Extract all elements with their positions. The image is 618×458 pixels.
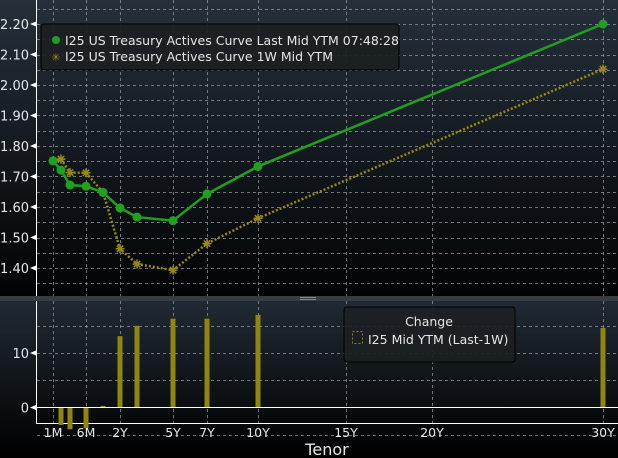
circle-marker	[253, 161, 263, 171]
x-tick-label: 20Y	[420, 425, 444, 440]
circle-marker	[202, 189, 212, 199]
legend-circle-marker-icon	[52, 36, 60, 44]
star-marker	[253, 213, 263, 223]
y-tick-label: 2.00	[0, 79, 29, 94]
circle-marker	[48, 156, 58, 166]
yield-curve-chart: 1.40 1.50 1.60 1.70 1.80 1.90 2.00 2.10 2.20 0 10…	[0, 0, 618, 458]
circle-marker	[132, 212, 142, 222]
legend-series-2: I25 US Treasury Actives Curve 1W Mid YTM	[65, 49, 333, 64]
y-tick-label: 2.10	[0, 49, 29, 64]
x-tick-label: 15Y	[334, 425, 358, 440]
change-bar	[67, 407, 73, 430]
circle-marker	[168, 216, 178, 226]
x-axis-title: Tenor	[304, 440, 349, 458]
y-tick-label: 1.60	[0, 201, 29, 216]
x-tick-label: 10Y	[246, 425, 270, 440]
x-tick-label: 1M	[44, 425, 63, 440]
circle-marker	[81, 181, 91, 191]
y-tick-label: 10	[12, 347, 29, 362]
legend-title: Change	[405, 314, 453, 329]
circle-marker	[598, 19, 608, 29]
change-bar	[204, 318, 210, 408]
circle-marker	[56, 165, 66, 175]
top-legend: I25 US Treasury Actives Curve Last Mid Y…	[40, 23, 400, 71]
x-tick-label: 2Y	[112, 425, 128, 440]
legend-series-1: I25 US Treasury Actives Curve Last Mid Y…	[65, 33, 399, 48]
change-bar	[255, 314, 261, 408]
change-bar	[600, 327, 606, 408]
star-marker	[598, 64, 608, 74]
bottom-legend: Change I25 Mid YTM (Last-1W)	[343, 306, 516, 363]
panel-splitter[interactable]	[0, 296, 618, 301]
star-marker	[132, 259, 142, 269]
y-tick-label: 0	[21, 402, 29, 417]
y-tick-label: 1.90	[0, 110, 29, 125]
change-bar	[170, 318, 176, 408]
x-tick-label: 7Y	[199, 425, 215, 440]
x-tick-label: 6M	[77, 425, 96, 440]
circle-marker	[98, 187, 108, 197]
circle-marker	[65, 180, 75, 190]
y-tick-label: 1.40	[0, 262, 29, 277]
x-tick-label: 30Y	[591, 425, 615, 440]
y-tick-label: 1.70	[0, 171, 29, 186]
star-marker	[81, 168, 91, 178]
legend-series-change: I25 Mid YTM (Last-1W)	[368, 332, 508, 347]
y-tick-label: 2.20	[0, 18, 29, 33]
circle-marker	[115, 203, 125, 213]
legend-star-marker-icon: ✳	[51, 51, 60, 64]
x-tick-label: 5Y	[165, 425, 181, 440]
star-marker	[115, 244, 125, 254]
change-bar	[134, 325, 140, 408]
change-bar	[117, 336, 123, 408]
star-marker	[168, 265, 178, 275]
star-marker	[202, 239, 212, 249]
star-marker	[56, 154, 66, 164]
y-tick-label: 1.80	[0, 140, 29, 155]
star-marker	[65, 168, 75, 178]
change-bar	[58, 407, 64, 425]
y-tick-label: 1.50	[0, 232, 29, 247]
